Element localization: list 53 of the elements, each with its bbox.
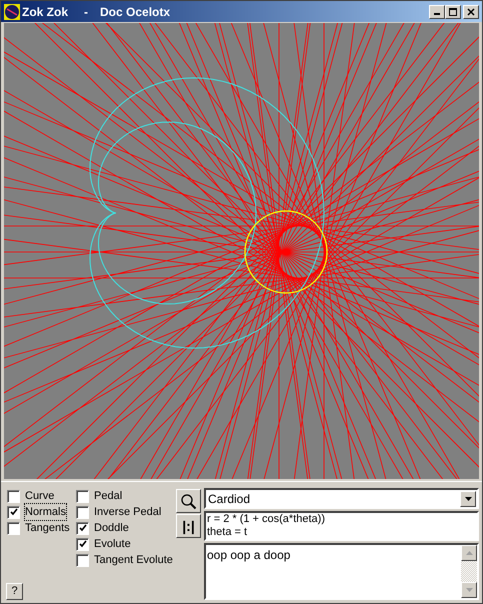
close-button[interactable]: [463, 4, 479, 18]
option-label: Inverse Pedal: [94, 504, 162, 520]
scroll-up-button[interactable]: [461, 545, 477, 561]
option-checkbox[interactable]: Curve: [7, 488, 54, 504]
option-label: Normals: [25, 504, 66, 520]
option-checkbox[interactable]: Tangent Evolute: [76, 552, 173, 568]
search-icon: [180, 492, 197, 510]
up-arrow-icon: [466, 551, 472, 555]
checkbox[interactable]: [76, 554, 89, 566]
help-button[interactable]: ?: [6, 583, 23, 600]
checkmark-icon: [10, 508, 18, 516]
option-checkbox[interactable]: Inverse Pedal: [76, 504, 162, 520]
option-label: Evolute: [94, 536, 131, 552]
option-checkbox[interactable]: Pedal: [76, 488, 122, 504]
checkbox[interactable]: [76, 538, 89, 550]
notes-field[interactable]: oop oop a doop: [204, 543, 479, 600]
search-button[interactable]: [176, 489, 201, 513]
window-title: Zok Zok: [22, 4, 68, 20]
scrollbar[interactable]: [461, 545, 477, 598]
formula-line: theta = t: [207, 526, 248, 539]
option-label: Curve: [25, 488, 54, 504]
checkbox[interactable]: [76, 522, 89, 534]
checkbox[interactable]: [7, 506, 20, 518]
checkbox[interactable]: [7, 490, 20, 502]
close-icon: [467, 8, 475, 16]
select-value: Cardiod: [207, 490, 252, 508]
option-checkbox[interactable]: Normals: [7, 504, 66, 520]
dropdown-arrow-button[interactable]: [460, 490, 476, 506]
checkbox[interactable]: [76, 490, 89, 502]
split-button[interactable]: |:|: [176, 514, 201, 538]
option-label: Tangents: [25, 520, 70, 536]
down-arrow-icon: [466, 588, 472, 592]
formula-line: r = 2 * (1 + cos(a*theta)): [207, 513, 326, 526]
title-separator: -: [84, 4, 88, 20]
option-checkbox[interactable]: Evolute: [76, 536, 131, 552]
caret-icon: [464, 496, 472, 500]
option-label: Pedal: [94, 488, 122, 504]
checkbox[interactable]: [7, 522, 20, 534]
curve-select[interactable]: Cardiod: [204, 488, 479, 509]
scroll-down-button[interactable]: [461, 582, 477, 598]
document-title: Doc Ocelotx: [100, 4, 170, 20]
checkbox[interactable]: [76, 506, 89, 518]
option-label: Doddle: [94, 520, 129, 536]
minimize-button[interactable]: [429, 4, 445, 18]
option-checkbox[interactable]: Doddle: [76, 520, 129, 536]
formula-field[interactable]: r = 2 * (1 + cos(a*theta)) theta = t: [204, 511, 479, 541]
notes-text: oop oop a doop: [206, 547, 292, 564]
option-label: Tangent Evolute: [94, 552, 173, 568]
minimize-icon: [434, 13, 440, 15]
option-checkbox[interactable]: Tangents: [7, 520, 70, 536]
maximize-icon: [449, 8, 457, 16]
app-logo-icon: [4, 4, 20, 20]
maximize-button[interactable]: [445, 4, 461, 18]
